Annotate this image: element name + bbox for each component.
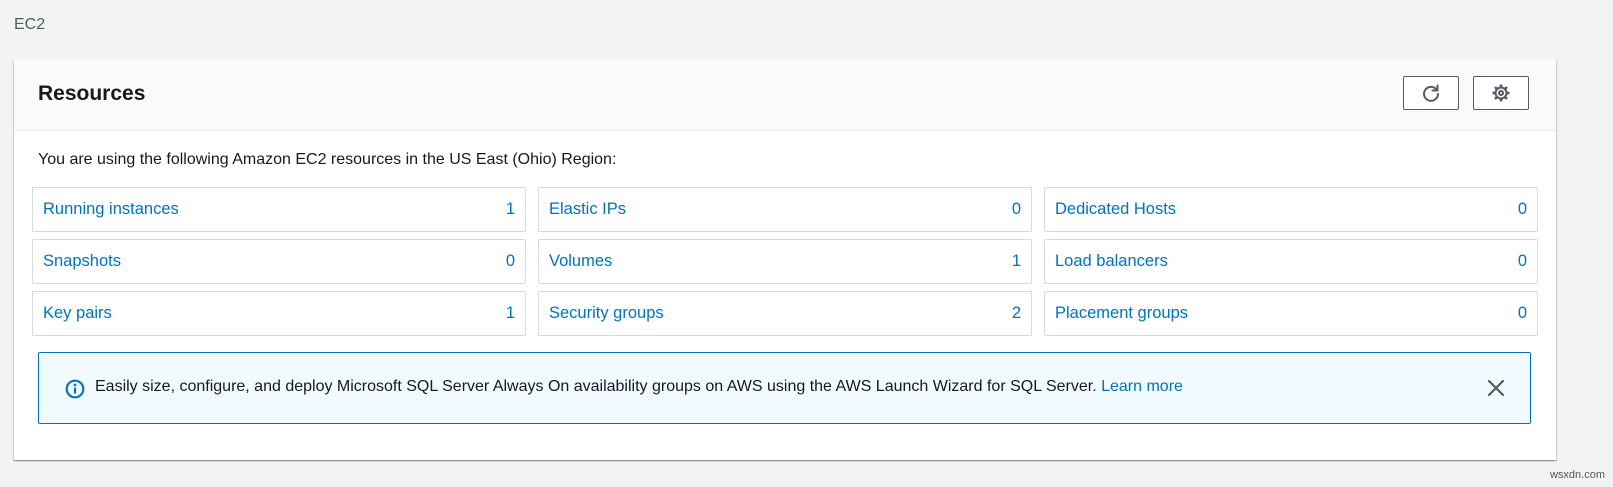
panel-header: Resources xyxy=(14,60,1556,131)
gear-icon xyxy=(1492,84,1510,102)
info-alert: Easily size, configure, and deploy Micro… xyxy=(38,352,1531,424)
resource-tile-security-groups[interactable]: Security groups 2 xyxy=(538,291,1032,336)
breadcrumb[interactable]: EC2 xyxy=(14,16,45,34)
resources-intro-text: You are using the following Amazon EC2 r… xyxy=(38,151,617,168)
resource-label[interactable]: Dedicated Hosts xyxy=(1055,200,1176,219)
resource-tile-load-balancers[interactable]: Load balancers 0 xyxy=(1044,239,1538,284)
resource-count: 1 xyxy=(505,200,515,218)
resource-count: 0 xyxy=(1517,304,1527,322)
resource-label[interactable]: Security groups xyxy=(549,304,664,323)
resource-count: 0 xyxy=(1517,200,1527,218)
refresh-button[interactable] xyxy=(1403,76,1459,110)
resource-tile-running-instances[interactable]: Running instances 1 xyxy=(32,187,526,232)
resource-count: 0 xyxy=(1011,200,1021,218)
info-alert-message: Easily size, configure, and deploy Micro… xyxy=(95,378,1183,396)
learn-more-link[interactable]: Learn more xyxy=(1101,378,1183,395)
resource-tile-snapshots[interactable]: Snapshots 0 xyxy=(32,239,526,284)
resource-tile-placement-groups[interactable]: Placement groups 0 xyxy=(1044,291,1538,336)
dismiss-alert-button[interactable] xyxy=(1485,377,1507,399)
resource-count: 1 xyxy=(505,304,515,322)
close-icon xyxy=(1487,379,1505,397)
resource-label[interactable]: Load balancers xyxy=(1055,252,1168,271)
resource-label[interactable]: Elastic IPs xyxy=(549,200,626,219)
resource-tile-dedicated-hosts[interactable]: Dedicated Hosts 0 xyxy=(1044,187,1538,232)
resource-label[interactable]: Volumes xyxy=(549,252,612,271)
resource-count: 1 xyxy=(1011,252,1021,270)
settings-button[interactable] xyxy=(1473,76,1529,110)
resource-count: 0 xyxy=(505,252,515,270)
watermark: wsxdn.com xyxy=(1549,469,1605,481)
refresh-icon xyxy=(1423,84,1439,102)
resource-tile-volumes[interactable]: Volumes 1 xyxy=(538,239,1032,284)
resource-count: 2 xyxy=(1011,304,1021,322)
resource-label[interactable]: Placement groups xyxy=(1055,304,1188,323)
info-icon xyxy=(65,379,85,399)
resource-label[interactable]: Key pairs xyxy=(43,304,112,323)
resource-grid: Running instances 1 Elastic IPs 0 Dedica… xyxy=(32,187,1538,336)
info-alert-text: Easily size, configure, and deploy Micro… xyxy=(95,378,1102,395)
resource-label[interactable]: Snapshots xyxy=(43,252,121,271)
resource-label[interactable]: Running instances xyxy=(43,200,179,219)
panel-title: Resources xyxy=(38,82,146,105)
resource-tile-key-pairs[interactable]: Key pairs 1 xyxy=(32,291,526,336)
resource-tile-elastic-ips[interactable]: Elastic IPs 0 xyxy=(538,187,1032,232)
resources-panel: Resources You are using the following Am… xyxy=(14,60,1556,460)
resource-count: 0 xyxy=(1517,252,1527,270)
